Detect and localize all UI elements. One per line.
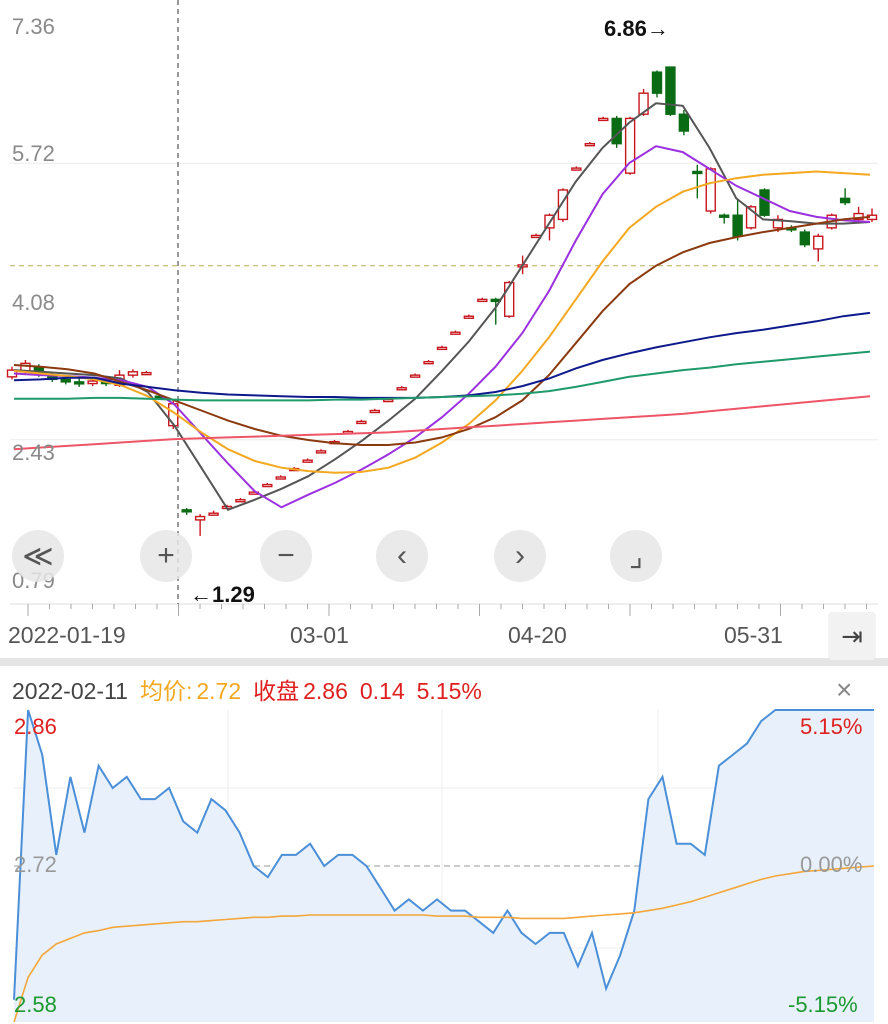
close-price-value: 2.86 [303, 678, 348, 704]
moving-average-line [13, 102, 871, 512]
candle-body [557, 189, 569, 221]
close-price-label: 收盘 [253, 678, 300, 704]
avg-price-label: 均价: [139, 678, 193, 704]
x-tick-label: 03-01 [290, 622, 349, 648]
candle-body [598, 117, 609, 122]
close-icon[interactable]: × [836, 674, 852, 706]
fullscreen-button[interactable]: ⌟ [610, 530, 662, 582]
candle-body [759, 189, 770, 216]
candle-body [718, 214, 730, 218]
candle-body [530, 234, 542, 239]
low-price-label: ←1.29 [190, 582, 255, 607]
candle-body [127, 371, 139, 376]
intraday-y-right-label: -5.15% [788, 992, 858, 1017]
candle-body [141, 371, 152, 376]
candle-body [692, 170, 703, 175]
info-date: 2022-02-11 [12, 678, 128, 704]
candle-body [584, 142, 596, 147]
candle-body [651, 71, 663, 94]
y-tick-label: 7.36 [12, 14, 55, 39]
moving-average-line [13, 145, 871, 509]
candle-body [383, 398, 394, 403]
next-button[interactable]: › [494, 530, 546, 582]
intraday-y-right-label: 0.00% [800, 852, 863, 877]
y-tick-label: 4.08 [12, 290, 55, 315]
candle-body [678, 113, 690, 132]
candle-body [477, 298, 488, 303]
intraday-y-left-label: 2.86 [14, 714, 57, 739]
candle-body [463, 315, 475, 319]
candle-body [194, 515, 206, 521]
candle-body [181, 509, 192, 513]
candle-body [436, 346, 448, 351]
y-tick-label: 2.43 [12, 440, 55, 465]
moving-average-line [13, 395, 871, 451]
candle-body [369, 409, 381, 414]
candle-body [732, 214, 743, 237]
candle-body [813, 235, 824, 250]
candle-body [275, 476, 286, 480]
x-tick-label: 2022-01-19 [8, 622, 126, 648]
candle-body [705, 168, 716, 212]
scroll-to-end-button[interactable]: ⇥ [828, 612, 876, 660]
candle-body [208, 512, 219, 516]
intraday-y-right-label: 5.15% [800, 714, 863, 739]
price-change-percent: 5.15% [416, 678, 482, 704]
candle-body [409, 374, 421, 378]
y-tick-label: 5.72 [12, 141, 55, 166]
candle-body [73, 381, 85, 385]
intraday-y-left-label: 2.72 [14, 852, 57, 877]
high-price-label: 6.86→ [604, 16, 669, 41]
x-tick-label: 05-31 [724, 622, 783, 648]
zoom-out-button[interactable]: − [260, 530, 312, 582]
candle-body [262, 483, 273, 488]
candle-body [356, 420, 367, 425]
rewind-button[interactable]: ≪ [12, 530, 64, 582]
avg-price-value: 2.72 [196, 678, 242, 704]
candle-body [450, 331, 461, 335]
price-change: 0.14 [359, 678, 405, 704]
prev-button[interactable]: ‹ [376, 530, 428, 582]
x-tick-label: 04-20 [508, 622, 567, 648]
intraday-chart [13, 709, 875, 1023]
candle-body [87, 380, 98, 385]
moving-average-line [13, 215, 871, 446]
zoom-in-button[interactable]: + [140, 530, 192, 582]
candle-body [302, 459, 313, 463]
candle-body [235, 499, 246, 503]
kline-ma-lines [13, 102, 871, 512]
candle-body [839, 197, 851, 204]
stock-chart [0, 0, 888, 1023]
candle-body [423, 360, 434, 365]
candle-body [396, 387, 407, 391]
candle-body [665, 66, 676, 115]
candle-body [60, 378, 71, 383]
intraday-info-bar: 2022-02-11 均价: 2.72 收盘 2.86 0.14 5.15% [12, 672, 494, 706]
intraday-y-left-label: 2.58 [14, 992, 57, 1017]
candle-body [315, 450, 327, 454]
candle-body [571, 167, 582, 171]
candle-body [799, 231, 811, 246]
kline-candles [6, 66, 878, 536]
